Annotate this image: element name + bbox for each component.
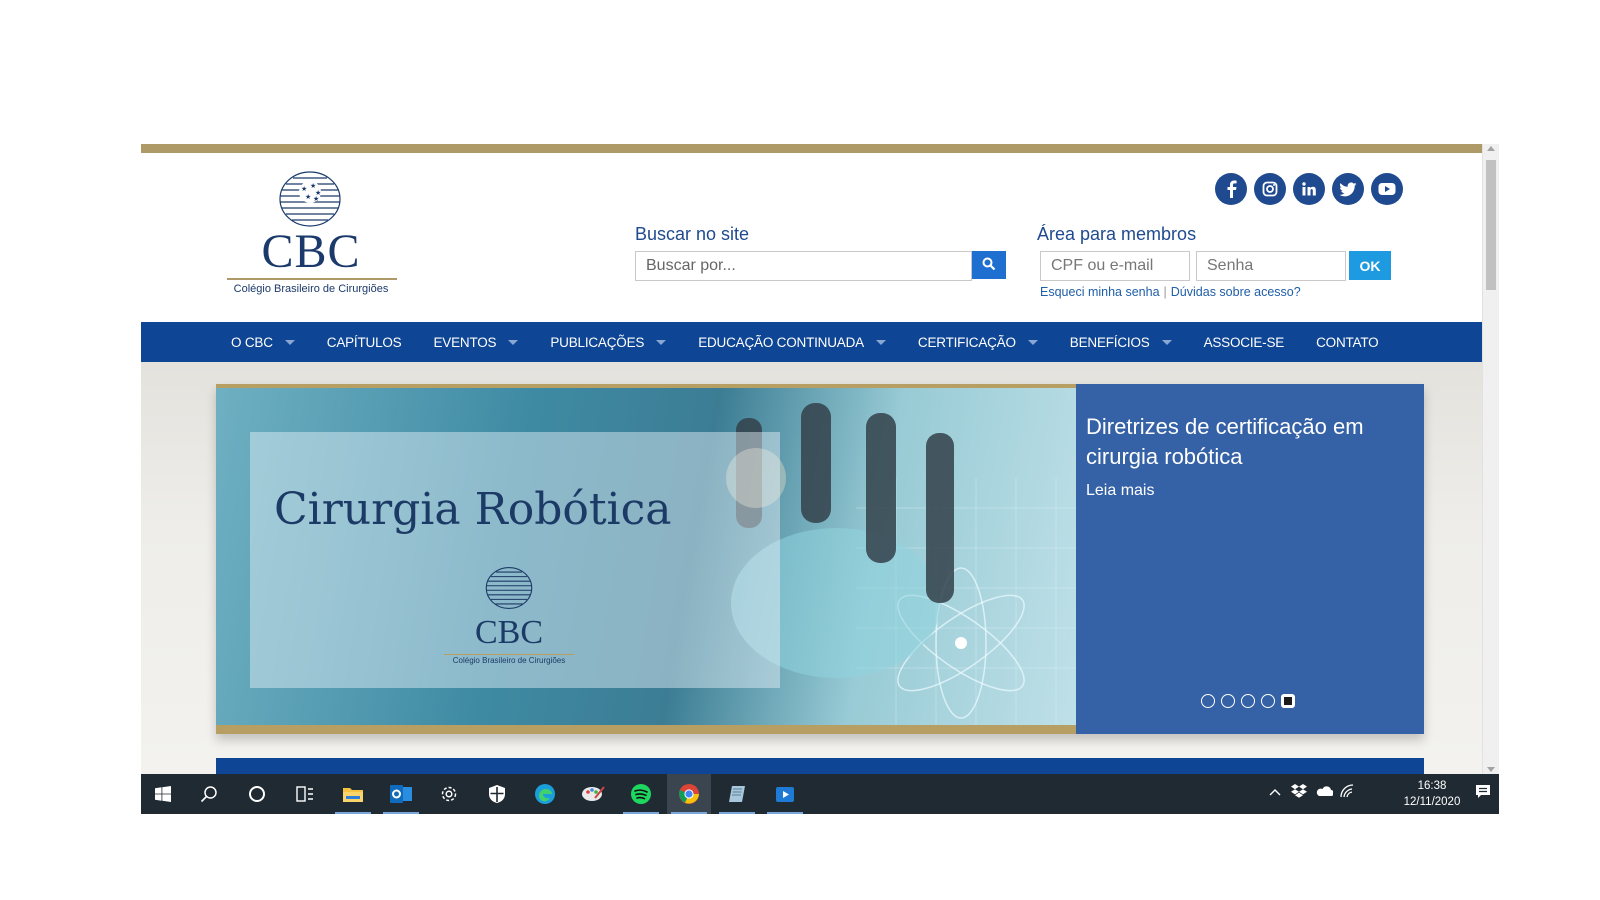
- nav-item-o-cbc[interactable]: O CBC: [231, 335, 295, 350]
- nav-item-beneficios[interactable]: BENEFÍCIOS: [1070, 335, 1172, 350]
- nav-item-label: O CBC: [231, 334, 273, 350]
- file-explorer-icon[interactable]: [331, 774, 375, 814]
- scroll-thumb[interactable]: [1486, 160, 1496, 290]
- slider-dot[interactable]: [1221, 694, 1235, 708]
- dropbox-icon[interactable]: [1291, 784, 1307, 801]
- login-ok-button[interactable]: OK: [1349, 251, 1391, 280]
- browser-page: ★ ★ ★ ★ ★ CBC Colégio Brasileiro de Cirurgiõ…: [141, 144, 1499, 774]
- slide-logo-text: CBC: [474, 614, 544, 651]
- scroll-down-arrow-icon[interactable]: [1487, 767, 1495, 772]
- notepad-icon[interactable]: [715, 774, 759, 814]
- cbc-logo[interactable]: ★ ★ ★ ★ ★ CBC Colégio Brasileiro de Cirurgiõ…: [225, 170, 397, 298]
- hero-slider: Cirurgia Robótica CBC Colégio Brasileiro…: [216, 384, 1424, 734]
- windows-taskbar: 16:38 12/11/2020: [141, 774, 1499, 814]
- cbc-emblem-icon: ★ ★★★ ★: [279, 171, 341, 227]
- logo-subtitle: Colégio Brasileiro de Cirurgiões: [233, 283, 389, 295]
- nav-item-label: CERTIFICAÇÃO: [917, 334, 1016, 350]
- slide-cbc-logo: CBC Colégio Brasileiro de Cirurgiões: [444, 566, 574, 666]
- next-section-bar: [216, 758, 1424, 774]
- password-input[interactable]: [1196, 251, 1346, 281]
- caret-down-icon: [656, 339, 667, 345]
- paint-icon[interactable]: [571, 774, 615, 814]
- chrome-icon[interactable]: [667, 774, 711, 814]
- svg-text:★: ★: [313, 195, 319, 203]
- slide-logo-subtitle: Colégio Brasileiro de Cirurgiões: [452, 656, 566, 665]
- top-gold-bar: [141, 144, 1499, 153]
- logo-rule: [227, 278, 397, 280]
- nav-item-publicacoes[interactable]: PUBLICAÇÕES: [550, 334, 667, 350]
- read-more-link[interactable]: Leia mais: [1086, 482, 1154, 500]
- slide-title[interactable]: Diretrizes de certificação em cirurgia r…: [1086, 412, 1406, 472]
- nav-item-label: PUBLICAÇÕES: [550, 334, 645, 350]
- search-icon[interactable]: [187, 774, 231, 814]
- tray-overflow-chevron-icon[interactable]: [1269, 784, 1281, 800]
- search-icon: [982, 257, 996, 270]
- outlook-icon[interactable]: [379, 774, 423, 814]
- slide-logo-rule: [444, 654, 574, 655]
- security-icon[interactable]: [475, 774, 519, 814]
- twitter-icon[interactable]: [1332, 173, 1364, 205]
- access-help-link[interactable]: Dúvidas sobre acesso?: [1171, 285, 1301, 299]
- nav-item-contato[interactable]: CONTATO: [1316, 334, 1379, 350]
- nav-item-label: ASSOCIE-SE: [1203, 334, 1285, 350]
- main-nav: O CBC CAPÍTULOS EVENTOS PUBLICAÇÕES EDUC…: [141, 322, 1482, 362]
- slide-image[interactable]: Cirurgia Robótica CBC Colégio Brasileiro…: [216, 384, 1076, 734]
- nav-item-label: BENEFÍCIOS: [1069, 334, 1150, 350]
- nav-item-educacao-continuada[interactable]: EDUCAÇÃO CONTINUADA: [698, 335, 886, 350]
- nav-item-eventos[interactable]: EVENTOS: [433, 334, 519, 350]
- nav-item-certificacao[interactable]: CERTIFICAÇÃO: [918, 335, 1038, 350]
- spotify-icon[interactable]: [619, 774, 663, 814]
- media-player-icon[interactable]: [763, 774, 807, 814]
- slider-dot[interactable]: [1261, 694, 1275, 708]
- cortana-icon[interactable]: [235, 774, 279, 814]
- cpf-email-input[interactable]: [1040, 251, 1190, 281]
- nav-item-label: EVENTOS: [433, 334, 497, 350]
- search-input[interactable]: [635, 251, 972, 281]
- member-links: Esqueci minha senha | Dúvidas sobre acesso…: [1040, 285, 1301, 299]
- nav-item-capitulos[interactable]: CAPÍTULOS: [327, 335, 402, 350]
- logo-text: CBC: [261, 225, 361, 278]
- svg-text:★: ★: [305, 193, 311, 201]
- caret-down-icon: [1027, 339, 1038, 345]
- nav-item-label: EDUCAÇÃO CONTINUADA: [698, 334, 864, 350]
- linkedin-icon[interactable]: [1293, 173, 1325, 205]
- windows-start-icon[interactable]: [141, 774, 185, 814]
- caret-down-icon: [875, 339, 886, 345]
- system-clock[interactable]: 16:38 12/11/2020: [1397, 778, 1467, 810]
- cbc-emblem-icon: [485, 567, 533, 609]
- youtube-icon[interactable]: [1371, 173, 1403, 205]
- page-scrollbar[interactable]: [1482, 144, 1499, 774]
- caret-down-icon: [508, 339, 519, 345]
- slider-dot[interactable]: [1201, 694, 1215, 708]
- clock-time: 16:38: [1417, 780, 1447, 792]
- slider-dot[interactable]: [1241, 694, 1255, 708]
- slider-pagination: [1201, 694, 1295, 708]
- search-heading: Buscar no site: [635, 224, 750, 244]
- social-links: [1215, 173, 1403, 205]
- scroll-up-arrow-icon[interactable]: [1487, 146, 1495, 151]
- slide-heading: Cirurgia Robótica: [274, 484, 672, 535]
- instagram-icon[interactable]: [1254, 173, 1286, 205]
- notifications-icon[interactable]: [1475, 784, 1491, 803]
- edge-icon[interactable]: [523, 774, 567, 814]
- clock-date: 12/11/2020: [1403, 796, 1461, 808]
- slider-dot-active[interactable]: [1281, 694, 1295, 708]
- link-separator: |: [1163, 285, 1167, 299]
- search-button[interactable]: [972, 251, 1006, 279]
- svg-text:★: ★: [301, 185, 307, 193]
- wifi-icon[interactable]: [1339, 784, 1355, 801]
- nav-item-label: CONTATO: [1316, 334, 1379, 350]
- task-view-icon[interactable]: [283, 774, 327, 814]
- onedrive-icon[interactable]: [1315, 784, 1334, 800]
- slide-caption-panel: Diretrizes de certificação em cirurgia r…: [1076, 384, 1424, 734]
- members-heading: Área para membros: [1037, 224, 1197, 244]
- nav-item-associe-se[interactable]: ASSOCIE-SE: [1204, 335, 1285, 350]
- nav-item-label: CAPÍTULOS: [326, 334, 402, 350]
- settings-icon[interactable]: [427, 774, 471, 814]
- facebook-icon[interactable]: [1215, 173, 1247, 205]
- main-content: Cirurgia Robótica CBC Colégio Brasileiro…: [141, 362, 1482, 774]
- caret-down-icon: [284, 339, 295, 345]
- forgot-password-link[interactable]: Esqueci minha senha: [1040, 285, 1160, 299]
- caret-down-icon: [1161, 339, 1172, 345]
